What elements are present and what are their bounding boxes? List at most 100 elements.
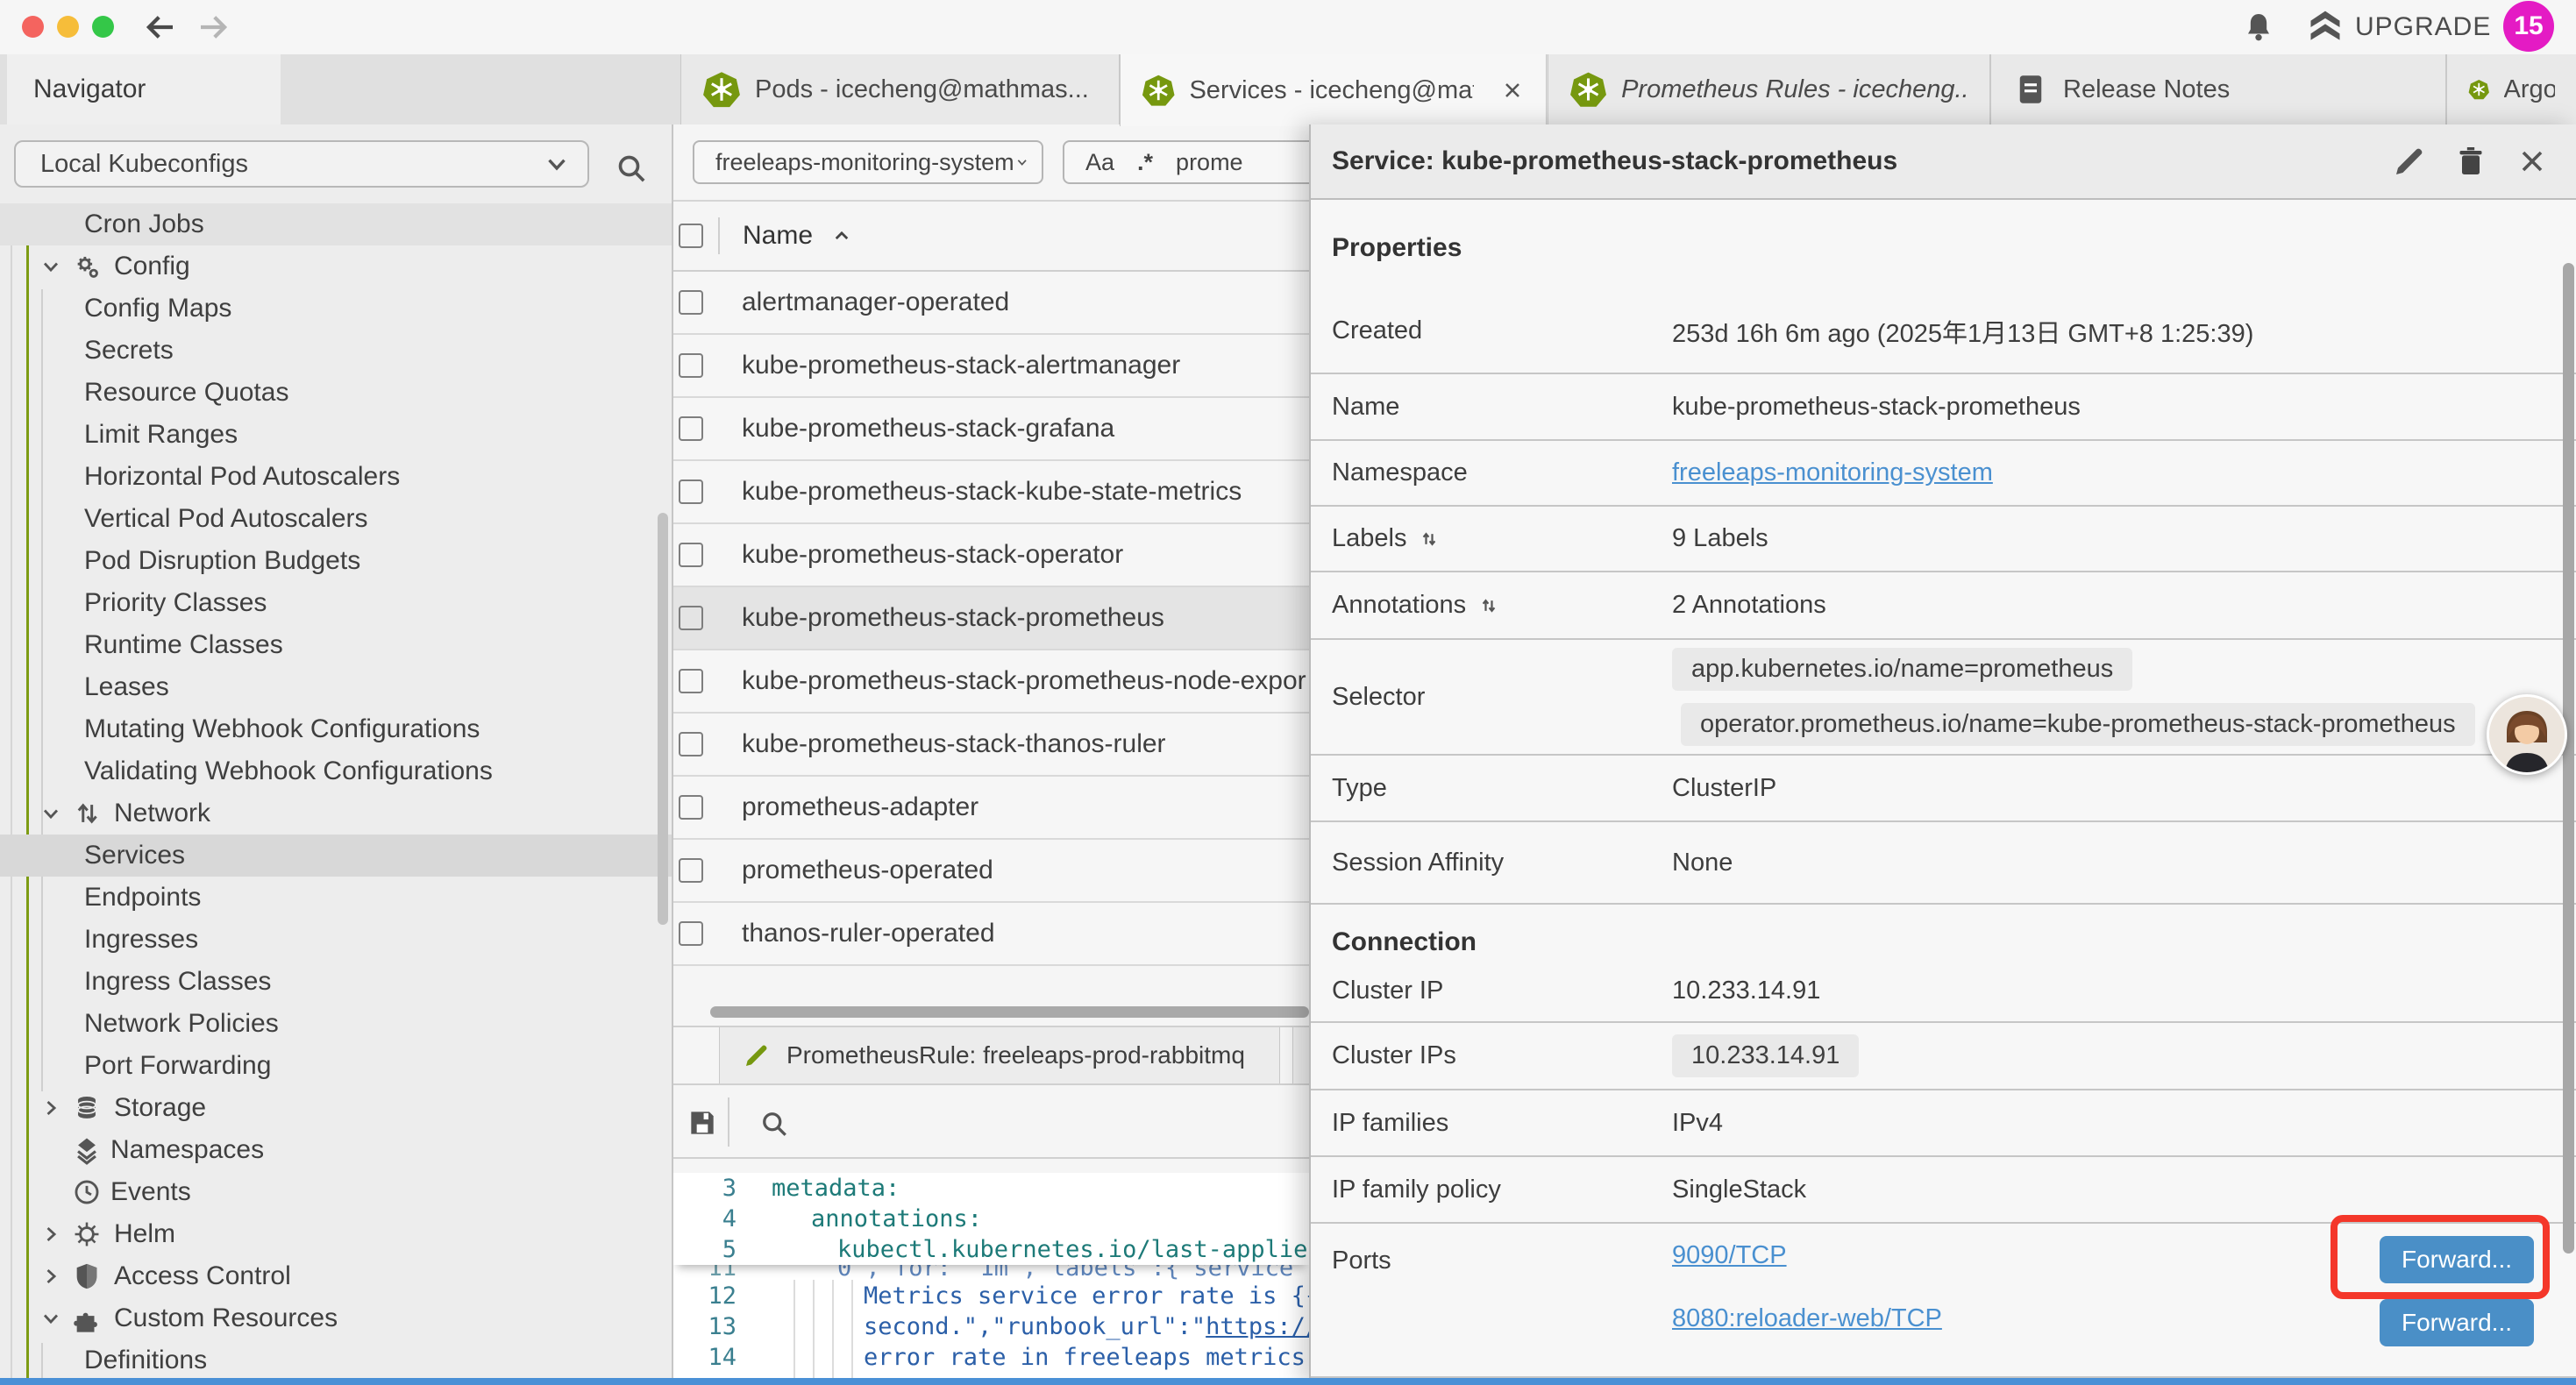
sidebar-item-port-forwarding[interactable]: Port Forwarding: [0, 1045, 673, 1087]
kubernetes-icon: [702, 70, 741, 109]
selector-chip[interactable]: app.kubernetes.io/name=prometheus: [1672, 648, 2132, 691]
sidebar-item-limit-ranges[interactable]: Limit Ranges: [0, 414, 673, 456]
sidebar-item-ingresses[interactable]: Ingresses: [0, 919, 673, 961]
table-row[interactable]: thanos-ruler-operated: [673, 903, 1309, 966]
sidebar-item-horizontal-pod-autoscalers[interactable]: Horizontal Pod Autoscalers: [0, 456, 673, 498]
forward-port-button[interactable]: Forward...: [2380, 1299, 2534, 1346]
kubeconfig-selector[interactable]: Local Kubeconfigs: [14, 140, 589, 188]
cluster-ips-chip[interactable]: 10.233.14.91: [1672, 1034, 1859, 1077]
sort-updown-icon[interactable]: [1477, 593, 1501, 618]
sidebar-item-secrets[interactable]: Secrets: [0, 330, 673, 372]
row-checkbox[interactable]: [679, 795, 703, 820]
selector-chip[interactable]: operator.prometheus.io/name=kube-prometh…: [1681, 703, 2475, 746]
row-checkbox[interactable]: [679, 606, 703, 630]
session-affinity-value: None: [1672, 849, 1733, 877]
row-checkbox[interactable]: [679, 732, 703, 756]
port-link[interactable]: 8080:reloader-web/TCP: [1672, 1304, 1942, 1333]
sidebar-item-vertical-pod-autoscalers[interactable]: Vertical Pod Autoscalers: [0, 498, 673, 540]
notifications-bell-icon[interactable]: [2241, 10, 2276, 45]
notification-count-badge[interactable]: 15: [2503, 1, 2554, 52]
table-row[interactable]: kube-prometheus-stack-kube-state-metrics: [673, 461, 1309, 524]
sidebar-item-leases[interactable]: Leases: [0, 666, 673, 708]
row-checkbox[interactable]: [679, 921, 703, 946]
upgrade-chevrons-icon[interactable]: [2306, 8, 2345, 46]
sidebar-item-namespaces[interactable]: Namespaces: [0, 1129, 673, 1171]
tab-services[interactable]: Services - icecheng@math...: [1120, 54, 1547, 126]
namespace-filter-dropdown[interactable]: freeleaps-monitoring-system: [693, 140, 1043, 184]
delete-trash-icon[interactable]: [2453, 144, 2488, 179]
row-checkbox[interactable]: [679, 353, 703, 378]
sidebar-scrollbar[interactable]: [658, 513, 668, 925]
regex-toggle[interactable]: .*: [1137, 149, 1153, 176]
close-tab-icon[interactable]: [1500, 76, 1525, 104]
forward-arrow-icon[interactable]: [195, 9, 231, 46]
table-row[interactable]: prometheus-operated: [673, 840, 1309, 903]
editor-tab-partial[interactable]: [1292, 1027, 1309, 1083]
sidebar-item-custom-resources[interactable]: Custom Resources: [0, 1297, 673, 1339]
row-checkbox[interactable]: [679, 290, 703, 315]
port-link[interactable]: 9090/TCP: [1672, 1241, 1787, 1270]
match-case-toggle[interactable]: Aa: [1085, 149, 1114, 176]
row-checkbox[interactable]: [679, 669, 703, 693]
search-icon[interactable]: [758, 1108, 790, 1140]
select-all-checkbox[interactable]: [679, 224, 703, 248]
detail-scrollbar[interactable]: [2563, 263, 2574, 1254]
sort-ascending-icon[interactable]: [829, 223, 855, 249]
close-icon[interactable]: [2515, 144, 2550, 179]
table-row-selected[interactable]: kube-prometheus-stack-prometheus: [673, 587, 1309, 650]
labels-count[interactable]: 9 Labels: [1672, 524, 1768, 553]
sidebar-item-network[interactable]: Network: [0, 792, 673, 835]
row-checkbox[interactable]: [679, 416, 703, 441]
sidebar-item-priority-classes[interactable]: Priority Classes: [0, 582, 673, 624]
sidebar-item-runtime-classes[interactable]: Runtime Classes: [0, 624, 673, 666]
namespace-link[interactable]: freeleaps-monitoring-system: [1672, 458, 1993, 487]
row-checkbox[interactable]: [679, 858, 703, 883]
annotations-count[interactable]: 2 Annotations: [1672, 591, 1826, 620]
table-row[interactable]: kube-prometheus-stack-operator: [673, 524, 1309, 587]
table-row[interactable]: prometheus-adapter: [673, 777, 1309, 840]
save-icon[interactable]: [686, 1106, 719, 1140]
table-row[interactable]: kube-prometheus-stack-grafana: [673, 398, 1309, 461]
window-close-button[interactable]: [22, 16, 44, 38]
table-row[interactable]: kube-prometheus-stack-alertmanager: [673, 335, 1309, 398]
row-checkbox[interactable]: [679, 479, 703, 504]
editor-tab-prometheusrule[interactable]: PrometheusRule: freeleaps-prod-rabbitmq: [719, 1027, 1280, 1083]
sidebar-item-ingress-classes[interactable]: Ingress Classes: [0, 961, 673, 1003]
tab-pods[interactable]: Pods - icecheng@mathmas...: [680, 54, 1120, 124]
window-zoom-button[interactable]: [92, 16, 114, 38]
search-icon[interactable]: [614, 151, 649, 186]
table-row[interactable]: kube-prometheus-stack-thanos-ruler: [673, 714, 1309, 777]
sidebar-item-network-policies[interactable]: Network Policies: [0, 1003, 673, 1045]
tab-argo[interactable]: Argo Se: [2446, 54, 2576, 124]
sidebar-item-pod-disruption-budgets[interactable]: Pod Disruption Budgets: [0, 540, 673, 582]
yaml-editor[interactable]: 3metadata: 4annotations: 5kubectl.kubern…: [673, 1173, 1309, 1385]
sidebar-item-storage[interactable]: Storage: [0, 1087, 673, 1129]
sidebar-item-config[interactable]: Config: [0, 245, 673, 288]
row-checkbox[interactable]: [679, 543, 703, 567]
sidebar-item-services[interactable]: Services: [0, 835, 673, 877]
name-column-header[interactable]: Name: [743, 221, 813, 251]
sidebar-item-definitions[interactable]: Definitions: [0, 1339, 673, 1381]
table-row[interactable]: alertmanager-operated: [673, 272, 1309, 335]
sort-updown-icon[interactable]: [1417, 527, 1441, 551]
window-minimize-button[interactable]: [57, 16, 79, 38]
sidebar-item-validating-webhook-configurations[interactable]: Validating Webhook Configurations: [0, 750, 673, 792]
upgrade-button[interactable]: UPGRADE: [2355, 12, 2491, 42]
sidebar-item-helm[interactable]: Helm: [0, 1213, 673, 1255]
horizontal-scrollbar[interactable]: [710, 1006, 1309, 1018]
sidebar-item-access-control[interactable]: Access Control: [0, 1255, 673, 1297]
table-row[interactable]: kube-prometheus-stack-prometheus-node-ex…: [673, 650, 1309, 714]
sidebar-item-config-maps[interactable]: Config Maps: [0, 288, 673, 330]
tab-release-notes[interactable]: Release Notes: [1990, 54, 2446, 124]
sidebar-item-resource-quotas[interactable]: Resource Quotas: [0, 372, 673, 414]
sidebar-item-endpoints[interactable]: Endpoints: [0, 877, 673, 919]
sidebar-item-mutating-webhook-configurations[interactable]: Mutating Webhook Configurations: [0, 708, 673, 750]
table-search-input[interactable]: Aa .* prome: [1063, 140, 1309, 184]
edit-pencil-icon[interactable]: [2392, 144, 2427, 179]
sidebar-item-events[interactable]: Events: [0, 1171, 673, 1213]
back-arrow-icon[interactable]: [142, 9, 179, 46]
sidebar-item-cron-jobs[interactable]: Cron Jobs: [0, 203, 673, 245]
runbook-url-link[interactable]: https://net: [1206, 1313, 1309, 1340]
navigator-panel-tab[interactable]: Navigator: [7, 54, 281, 124]
tab-prometheus-rules[interactable]: Prometheus Rules - icecheng...: [1548, 54, 1990, 124]
